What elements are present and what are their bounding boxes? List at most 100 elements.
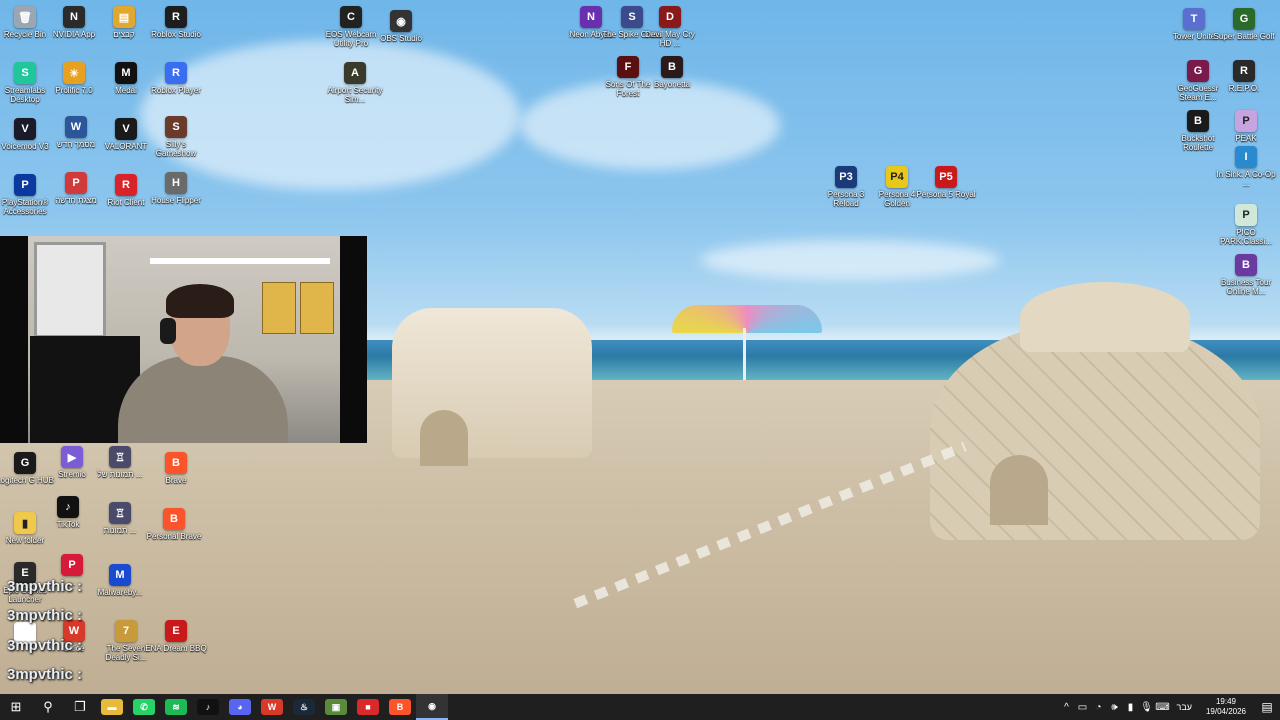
tiktok-icon: ♪ — [57, 496, 79, 518]
riot-client-icon: R — [115, 174, 137, 196]
ena-dream-bbq-icon: E — [165, 620, 187, 642]
hebrew-ppt-icon: P — [65, 172, 87, 194]
desktop-icon-roblox-studio[interactable]: R Roblox Studio — [147, 6, 205, 39]
taskbar-app-brave[interactable]: B — [384, 694, 416, 720]
persona-4-icon: P4 — [886, 166, 908, 188]
desktop-icon-super-battle-golf[interactable]: G Super Battle Golf — [1214, 8, 1274, 41]
wallpaper-umbrella-pole — [743, 328, 746, 380]
language-indicator[interactable]: עבר — [1177, 702, 1192, 712]
app-red-icon: ■ — [357, 699, 379, 715]
desktop-icon-label: ENA Dream BBQ — [145, 644, 207, 653]
taskbar-app-discord[interactable]: ◕ — [224, 694, 256, 720]
desktop-icon-devil-may-cry[interactable]: D Devil May Cry HD ... — [641, 6, 699, 48]
eos-webcam-icon: C — [340, 6, 362, 28]
whatsapp-icon: ✆ — [133, 699, 155, 715]
spike-cross-icon: S — [621, 6, 643, 28]
neon-abyss-icon: N — [580, 6, 602, 28]
desktop-icon-sillys-gameshow[interactable]: S Silly's Gameshow — [147, 116, 205, 158]
desktop-icon-obs-studio[interactable]: ◉ OBS Studio — [372, 10, 430, 43]
desktop-icon-label: Personal Brave — [146, 532, 202, 541]
taskbar-app-whatsapp[interactable]: ✆ — [128, 694, 160, 720]
desktop-icon-roblox-player[interactable]: R Roblox Player — [147, 62, 205, 95]
medal-icon: M — [115, 62, 137, 84]
personal-brave-icon: B — [163, 508, 185, 530]
obs-icon: ◉ — [421, 698, 443, 714]
desktop-icon-pico-park[interactable]: P PICO PARK:Classi... — [1217, 204, 1275, 246]
house-flipper-icon: H — [165, 172, 187, 194]
desktop-icon-label: Airport Security Sim... — [327, 86, 383, 104]
desktop-icon-house-flipper[interactable]: H House Flipper — [147, 172, 205, 205]
airport-security-icon: A — [344, 62, 366, 84]
desktop-icon-personal-brave[interactable]: B Personal Brave — [145, 508, 203, 541]
seven-deadly-sins-icon: 7 — [115, 620, 137, 642]
desktop-icon-hebrew-shortcut-1[interactable]: ♖ תמונות של ... — [91, 446, 149, 479]
desktop-icon-peak[interactable]: P PEAK — [1217, 110, 1275, 143]
desktop-icon-tiktok[interactable]: ♪ TikTok — [39, 496, 97, 529]
persona-5-icon: P5 — [935, 166, 957, 188]
desktop-icon-repo[interactable]: R R.E.P.O. — [1215, 60, 1273, 93]
clock[interactable]: 19:49 19/04/2026 — [1206, 697, 1246, 717]
desktop-icon-bayonetta[interactable]: B Bayonetta — [643, 56, 701, 89]
desktop-icon-label: תמונות ... — [103, 526, 137, 535]
taskbar-app-app-red[interactable]: ■ — [352, 694, 384, 720]
chat-line: 3mpvthic : — [7, 637, 83, 654]
task-view-icon[interactable]: ❐ — [64, 694, 96, 720]
desktop-icon-ena-dream-bbq[interactable]: E ENA Dream BBQ — [145, 620, 207, 653]
desktop: 🗑 Recycle Bin N NVIDIA App ▤ קבצים R Roblox Stu… — [0, 0, 1280, 694]
battery-icon[interactable]: ▮ — [1123, 702, 1139, 713]
desktop-icon-label: Business Tour Online M... — [1220, 278, 1272, 296]
playstation-accessories-icon: P — [14, 174, 36, 196]
brave-icon: B — [165, 452, 187, 474]
input-icon[interactable]: ⌨ — [1155, 702, 1171, 713]
desktop-icon-airport-security[interactable]: A Airport Security Sim... — [326, 62, 384, 104]
stremio-icon: ▶ — [61, 446, 83, 468]
search-icon[interactable]: ⚲ — [32, 694, 64, 720]
desktop-icon-in-sink[interactable]: I In Sink: A Co-Op ... — [1216, 146, 1276, 188]
volume-icon[interactable]: 🕪 — [1107, 702, 1123, 713]
wallpaper-umbrella — [672, 305, 822, 333]
repo-icon: R — [1233, 60, 1255, 82]
desktop-icon-label: In Sink: A Co-Op ... — [1216, 170, 1276, 188]
geoguessr-icon: G — [1187, 60, 1209, 82]
tower-unite-icon: T — [1183, 8, 1205, 30]
taskbar-apps: ▬ ✆ ≋ ♪ ◕ W ♨ ▣ ■ B ◉ — [96, 694, 448, 720]
start-button[interactable]: ⊞ — [0, 694, 32, 720]
hebrew-shortcut-1-icon: ♖ — [109, 446, 131, 468]
desktop-icon-playstation-accessories[interactable]: P PlayStation® Accessories — [0, 174, 54, 216]
buckshot-roulette-icon: B — [1187, 110, 1209, 132]
desktop-icon-label: Devil May Cry HD ... — [645, 30, 695, 48]
taskbar-app-tiktok[interactable]: ♪ — [192, 694, 224, 720]
chat-line: 3mpvthic : — [7, 666, 83, 683]
pico-park-icon: P — [1235, 204, 1257, 226]
desktop-icon-persona-5[interactable]: P5 Persona 5 Royal — [916, 166, 976, 199]
desktop-icon-malwarebytes[interactable]: M Malwareby... — [91, 564, 149, 597]
wifi-icon[interactable]: ◔ — [1091, 702, 1107, 713]
network-icon[interactable]: ▭ — [1075, 702, 1091, 713]
microphone-icon[interactable]: 🎙 — [1139, 702, 1155, 713]
tray-chevron-icon[interactable]: ^ — [1059, 702, 1075, 713]
hebrew-file-1-icon: ▤ — [113, 6, 135, 28]
desktop-icon-label: PEAK — [1235, 134, 1257, 143]
desktop-icon-label: Silly's Gameshow — [155, 140, 197, 158]
desktop-icon-label: OBS Studio — [380, 34, 422, 43]
taskbar: ⊞ ⚲ ❐ ▬ ✆ ≋ ♪ ◕ W ♨ ▣ ■ B ◉ ^ ▭ ◔ 🕪 ▮ 🎙 ⌨ עבר 19:4… — [0, 694, 1280, 720]
clock-date: 19/04/2026 — [1205, 707, 1246, 716]
desktop-icon-hebrew-shortcut-2[interactable]: ♖ תמונות ... — [91, 502, 149, 535]
desktop-icon-business-tour[interactable]: B Business Tour Online M... — [1217, 254, 1275, 296]
streamlabs-icon: S — [14, 62, 36, 84]
clock-time: 19:49 — [1215, 697, 1236, 706]
webcam-person-hair — [166, 284, 234, 318]
taskbar-app-file-explorer[interactable]: ▬ — [96, 694, 128, 720]
desktop-icon-brave[interactable]: B Brave — [147, 452, 205, 485]
taskbar-app-spotify[interactable]: ≋ — [160, 694, 192, 720]
system-tray: ^ ▭ ◔ 🕪 ▮ 🎙 ⌨ עבר 19:49 19/04/2026 ▤ — [1059, 694, 1280, 720]
peak-icon: P — [1235, 110, 1257, 132]
taskbar-app-minecraft[interactable]: ▣ — [320, 694, 352, 720]
devil-may-cry-icon: D — [659, 6, 681, 28]
desktop-icon-label: Brave — [165, 476, 187, 485]
taskbar-app-office[interactable]: W — [256, 694, 288, 720]
notification-icon[interactable]: ▤ — [1254, 700, 1280, 714]
taskbar-app-steam[interactable]: ♨ — [288, 694, 320, 720]
voicemod-icon: V — [14, 118, 36, 140]
taskbar-app-obs[interactable]: ◉ — [416, 694, 448, 720]
